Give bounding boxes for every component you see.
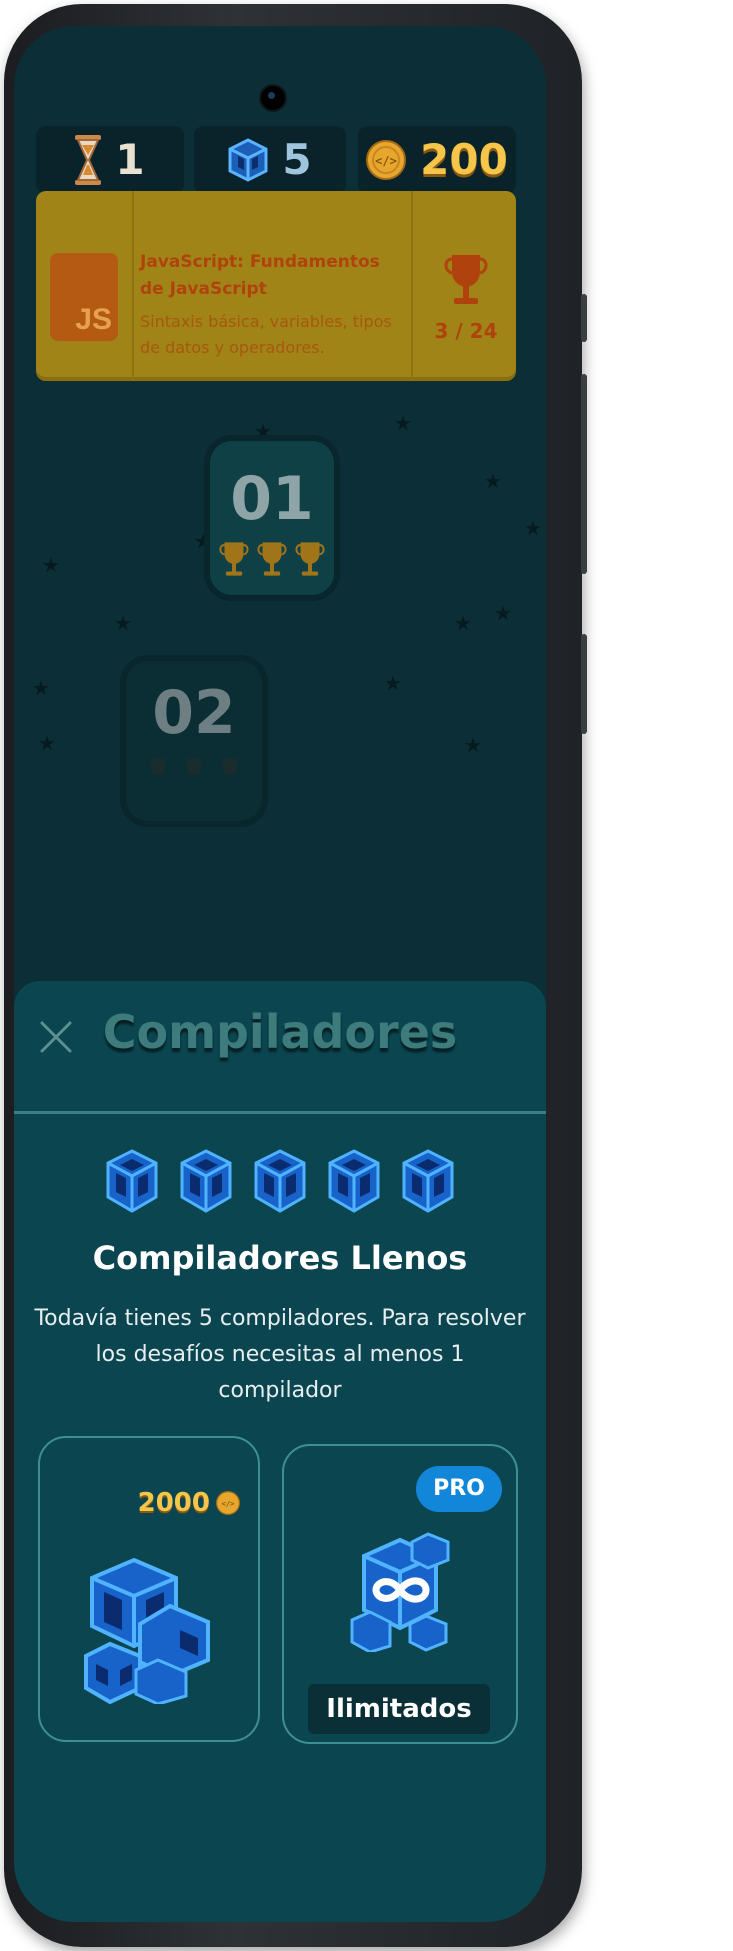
compiler-cube-icon [254,1149,306,1213]
star-decoration: ★ [394,411,412,435]
pro-badge: PRO [416,1466,502,1512]
level-tile-01[interactable]: 01 [210,441,334,595]
lesson-progress: 3 / 24 [434,319,498,343]
compiler-stat[interactable]: 5 [194,126,346,194]
compiler-cube-icon [228,138,268,182]
trophy-icon [219,542,249,576]
code-coin-icon: </> [216,1491,240,1515]
trophy-icon [150,758,166,776]
compiler-cube-icon [328,1149,380,1213]
power-button [581,634,587,734]
compiler-cube-icon [402,1149,454,1213]
coin-count: 200 [420,135,508,184]
unlimited-label: Ilimitados [308,1684,490,1734]
star-decoration: ★ [254,419,272,443]
price-tag: 2000 </> [138,1488,240,1518]
star-decoration: ★ [464,733,482,757]
star-decoration: ★ [384,671,402,695]
level-trophies [126,757,262,787]
trophy-icon [257,542,287,576]
star-decoration: ★ [38,731,56,755]
trophy-icon [186,758,202,776]
trophy-icon [222,758,238,776]
level-number: 02 [152,678,236,748]
js-logo-text: JS [75,303,112,336]
star-decoration: ★ [524,516,542,540]
level-trophies [210,541,334,579]
sheet-title: Compiladores [102,1005,458,1059]
compilers-full-message: Todavía tienes 5 compiladores. Para reso… [34,1306,526,1403]
star-decoration: ★ [42,553,60,577]
star-decoration: ★ [194,529,212,553]
star-decoration: ★ [454,611,472,635]
lesson-card[interactable]: JS JavaScript: Fundamentos de JavaScript… [36,191,516,381]
javascript-logo: JS [50,253,118,341]
hourglass-count: 1 [115,135,145,184]
compiler-cube-icon [106,1149,158,1213]
infinite-compiler-icon [350,1532,450,1652]
level-number: 01 [230,464,314,534]
star-decoration: ★ [484,469,502,493]
divider [14,1111,546,1114]
compiler-count: 5 [282,135,312,184]
divider [132,191,134,381]
phone-frame: ★ ★ ★ ★ ★ ★ ★ ★ ★ ★ ★ ★ ★ 1 5 </> 200 JS… [4,4,587,1947]
volume-button [581,374,587,574]
level-tile-02[interactable]: 02 [126,661,262,821]
app-screen: ★ ★ ★ ★ ★ ★ ★ ★ ★ ★ ★ ★ ★ 1 5 </> 200 JS… [14,26,546,1922]
front-camera [259,84,287,112]
pro-unlimited-option[interactable]: PRO Ilimitados [282,1444,518,1744]
star-decoration: ★ [494,601,512,625]
svg-text:</>: </> [222,1499,236,1508]
trophy-icon [444,255,488,304]
compiler-pack-icon [84,1557,210,1704]
star-decoration: ★ [114,611,132,635]
compilers-sheet: Compiladores Compiladores Llenos Todavía… [14,981,546,1922]
divider [411,191,413,381]
buy-compilers-option[interactable]: 2000 </> [38,1436,260,1742]
hourglass-stat[interactable]: 1 [36,126,184,194]
price-amount: 2000 [137,1488,210,1518]
lesson-description: Sintaxis básica, variables, tipos de dat… [140,312,392,357]
compilers-full-heading: Compiladores Llenos [92,1239,468,1277]
trophy-icon [295,542,325,576]
lesson-title: JavaScript: Fundamentos de JavaScript [140,252,380,299]
compiler-cube-icon [180,1149,232,1213]
side-button [581,294,587,342]
star-decoration: ★ [32,676,50,700]
compiler-cubes-row [14,1149,546,1213]
code-coin-icon: </> [366,140,407,180]
svg-text:</>: </> [375,154,397,168]
hourglass-icon [75,135,102,185]
coin-stat[interactable]: </> 200 [358,126,516,194]
